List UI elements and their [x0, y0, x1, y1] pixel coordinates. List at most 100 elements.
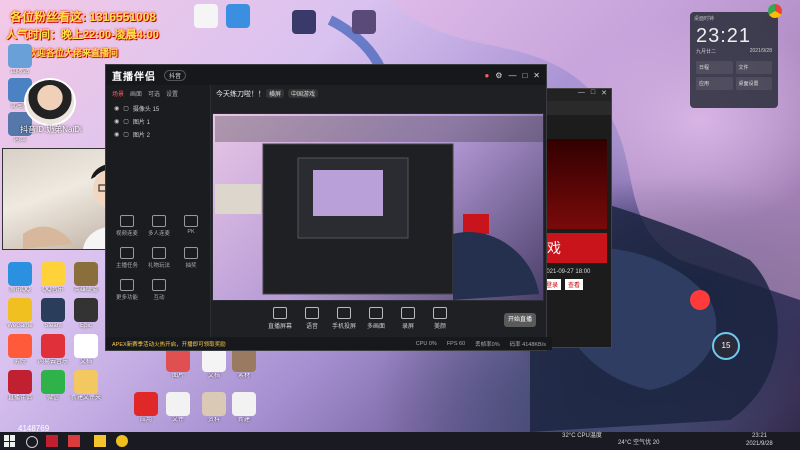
- toolbar-label: 手机投屏: [331, 324, 356, 330]
- chrome-icon[interactable]: [768, 4, 782, 18]
- widget-shortcut[interactable]: 应用: [696, 77, 733, 90]
- tag-orientation[interactable]: 横屏: [266, 89, 285, 98]
- start-icon[interactable]: [4, 435, 16, 447]
- desktop-icon-app[interactable]: 应用: [128, 392, 164, 424]
- widget-shortcut[interactable]: 日程: [696, 61, 733, 74]
- status-bar: APEX新赛季活动火热开启，开播即可领取奖励 CPU 0% FPS 60 丢帧率…: [106, 337, 552, 350]
- settings-icon[interactable]: ⚙: [495, 71, 502, 80]
- cpu-temp: 32°C CPU温度: [562, 433, 602, 439]
- minimize-icon[interactable]: —: [508, 71, 516, 80]
- feature-button[interactable]: 互动: [142, 279, 176, 301]
- close-icon[interactable]: ✕: [533, 71, 540, 80]
- lock-icon[interactable]: ▢: [123, 131, 129, 138]
- scene-tab[interactable]: 可选: [148, 89, 160, 98]
- icon-label: WeGame: [7, 323, 33, 329]
- desktop-icon[interactable]: Steam: [35, 298, 71, 330]
- app-icon: [41, 262, 65, 286]
- stream-preview[interactable]: [212, 113, 544, 301]
- desktop-icon[interactable]: 英雄联盟: [68, 262, 104, 294]
- desktop-icon[interactable]: WeGame: [2, 298, 38, 330]
- browser-window-behind[interactable]: — □ ✕ 戏 2021-09-27 18:00 登录 查看: [538, 88, 612, 348]
- desktop-icon[interactable]: 腾讯QQ: [2, 262, 38, 294]
- toolbar-button[interactable]: 录屏: [394, 307, 422, 330]
- source-item[interactable]: ◉ ▢ 图片 1: [106, 115, 210, 128]
- eye-icon[interactable]: ◉: [114, 131, 119, 138]
- taskbar-time[interactable]: 23:21: [752, 433, 767, 439]
- eye-icon[interactable]: ◉: [114, 118, 119, 125]
- app-icon: [8, 44, 32, 68]
- scene-tab[interactable]: 场景: [112, 89, 124, 98]
- game-banner[interactable]: 戏: [543, 233, 607, 263]
- record-icon[interactable]: ●: [484, 71, 489, 80]
- desktop-icon[interactable]: 文档: [68, 334, 104, 366]
- toolbar-label: 录屏: [401, 324, 414, 330]
- desktop-icon-top-4[interactable]: [188, 4, 224, 28]
- desktop-icon-image[interactable]: 素材: [226, 348, 262, 380]
- source-item[interactable]: ◉ ▢ 摄像头 15: [106, 102, 210, 115]
- search-icon[interactable]: [26, 436, 38, 448]
- toolbar-button[interactable]: 直播屏幕: [266, 307, 294, 330]
- taskbar-app-1[interactable]: [46, 435, 58, 447]
- desktop-icon-doc3[interactable]: 新建: [226, 392, 262, 424]
- desktop-icon-doc[interactable]: 文件: [160, 392, 196, 424]
- source-item[interactable]: ◉ ▢ 图片 2: [106, 128, 210, 141]
- toolbar-button[interactable]: 语音: [298, 307, 326, 330]
- taskbar-app-3[interactable]: [116, 435, 128, 447]
- feature-button[interactable]: 礼物玩法: [142, 247, 176, 269]
- scene-tab[interactable]: 画面: [130, 89, 142, 98]
- notice-text[interactable]: APEX新赛季活动火热开启，开播即可领取奖励: [112, 340, 226, 348]
- toolbar-button[interactable]: 多画面: [362, 307, 390, 330]
- minimize-icon[interactable]: —: [578, 89, 585, 101]
- close-icon[interactable]: ✕: [601, 89, 607, 101]
- desktop-icon[interactable]: 直播伴侣: [2, 370, 38, 402]
- widget-shortcut[interactable]: 桌面设置: [735, 77, 772, 90]
- weather-info[interactable]: 24°C 空气优 20: [618, 437, 659, 446]
- desktop-icon-top-2[interactable]: [346, 10, 382, 34]
- app-icon: [8, 262, 32, 286]
- desktop-icon-top-1[interactable]: [286, 10, 322, 34]
- view-button[interactable]: 查看: [565, 279, 584, 290]
- lock-icon[interactable]: ▢: [123, 105, 129, 112]
- scene-tab[interactable]: 设置: [166, 89, 178, 98]
- maximize-icon[interactable]: □: [522, 71, 527, 80]
- desktop-icon-left[interactable]: 回收站: [2, 44, 38, 76]
- toolbar-icon: [337, 307, 351, 319]
- widget-shortcuts: 日程 文件 应用 桌面设置: [690, 55, 778, 96]
- toolbar-button[interactable]: 美颜: [426, 307, 454, 330]
- widget-shortcut[interactable]: 文件: [735, 61, 772, 74]
- feature-button[interactable]: 视频连麦: [110, 215, 144, 237]
- maximize-icon[interactable]: □: [591, 89, 595, 101]
- temperature-badge[interactable]: 15: [712, 332, 740, 360]
- taskbar-date[interactable]: 2021/9/28: [746, 441, 773, 447]
- feature-button[interactable]: 多人连麦: [142, 215, 176, 237]
- desktop-icon[interactable]: 剪映: [2, 334, 38, 366]
- desktop-clock-widget[interactable]: 桌面时钟 23:21 九月廿二 2021/9/28 日程 文件 应用 桌面设置: [690, 12, 778, 108]
- desktop-icon[interactable]: 微信: [35, 370, 71, 402]
- icon-label: 英雄联盟: [73, 287, 98, 293]
- stream-title[interactable]: 今天练刀啦！！！: [216, 89, 272, 99]
- desktop-icon-top-3[interactable]: [220, 4, 256, 28]
- tag-category[interactable]: 中国游戏: [288, 89, 319, 98]
- desktop-icon[interactable]: QQ音乐: [35, 262, 71, 294]
- feature-label: 互动: [153, 295, 165, 301]
- desktop-icon[interactable]: 新建文件夹: [68, 370, 104, 402]
- feature-icon: [152, 215, 166, 227]
- platform-tab[interactable]: 抖音: [164, 69, 187, 81]
- feature-button[interactable]: 主播任务: [110, 247, 144, 269]
- feature-icon: [120, 279, 134, 291]
- app-icon: [74, 262, 98, 286]
- lock-icon[interactable]: ▢: [123, 118, 129, 125]
- folder-icon[interactable]: [94, 435, 106, 447]
- feature-label: 多人连麦: [147, 231, 170, 237]
- feature-button[interactable]: 更多功能: [110, 279, 144, 301]
- feature-button[interactable]: PK: [174, 215, 208, 237]
- desktop-icon[interactable]: 网易云音乐: [35, 334, 71, 366]
- eye-icon[interactable]: ◉: [114, 105, 119, 112]
- desktop-icon[interactable]: Epic: [68, 298, 104, 330]
- feature-button[interactable]: 抽奖: [174, 247, 208, 269]
- live-companion-window[interactable]: 直播伴侣 抖音 ● ⚙ — □ ✕ 场景 画面 可选 设置 ◉ ▢ 摄像头 15 ◉ ▢ 图片 …: [105, 64, 552, 351]
- toolbar-button[interactable]: 手机投屏: [330, 307, 358, 330]
- start-live-button[interactable]: 开始直播: [504, 313, 536, 327]
- desktop-icon-folder[interactable]: 图片: [160, 348, 196, 380]
- taskbar-app-2[interactable]: [68, 435, 80, 447]
